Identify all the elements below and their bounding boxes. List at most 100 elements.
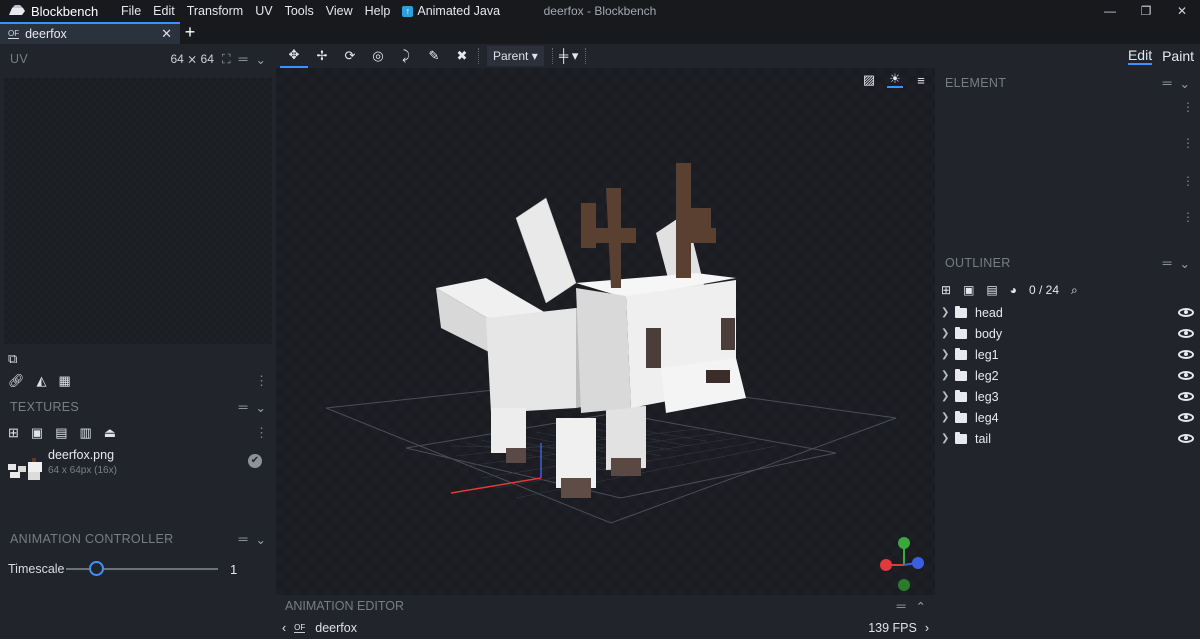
visibility-icon[interactable]	[1178, 371, 1194, 380]
transform-space-icon[interactable]: ╪ ▾	[555, 44, 583, 68]
textures-panel-header: TEXTURES ═ ⌄	[0, 392, 276, 422]
animation-name[interactable]: deerfox	[315, 621, 357, 635]
check-icon[interactable]: ✔	[248, 454, 262, 468]
animation-editor-title: ANIMATION EDITOR	[285, 599, 404, 613]
move-tool-icon[interactable]: ✥	[280, 44, 308, 68]
visibility-icon[interactable]	[1178, 434, 1194, 443]
vertex-snap-icon[interactable]: ✖	[448, 44, 476, 68]
close-window-icon[interactable]: ✕	[1164, 0, 1200, 22]
collapse-icon[interactable]: ⌄	[256, 52, 266, 67]
timescale-value: 1	[230, 561, 238, 577]
restore-icon[interactable]: ❐	[1128, 0, 1164, 22]
expand-icon[interactable]: ⌃	[916, 599, 926, 614]
tab-deerfox[interactable]: OF deerfox ✕	[0, 22, 180, 44]
add-group-icon[interactable]: ▣	[963, 283, 974, 297]
app-logo: Blockbench	[0, 4, 115, 19]
panel-menu-icon[interactable]: ═	[1163, 76, 1172, 90]
more-icon[interactable]: ⋮	[255, 373, 268, 389]
textures-panel-title: TEXTURES	[10, 400, 80, 414]
texture-thumbnail	[8, 458, 42, 480]
more-icon[interactable]: ⋮	[1182, 174, 1194, 188]
prev-animation-icon[interactable]: ‹	[282, 621, 286, 635]
visibility-icon[interactable]	[1178, 308, 1194, 317]
brush-icon[interactable]: ✎	[420, 44, 448, 68]
sort-icon[interactable]: ▤	[986, 283, 997, 297]
visibility-icon[interactable]	[1178, 413, 1194, 422]
more-icon[interactable]: ⋮	[255, 425, 268, 441]
menu-edit[interactable]: Edit	[147, 4, 181, 18]
folder-texture-icon[interactable]: ▥	[80, 425, 92, 441]
grid-icon[interactable]: ▦	[59, 373, 71, 389]
element-count: 0 / 24	[1029, 283, 1060, 297]
collapse-icon[interactable]: ⌄	[256, 532, 266, 547]
bend-icon[interactable]: ⤸	[392, 44, 420, 68]
new-tab-button[interactable]: +	[180, 22, 200, 44]
translate-icon[interactable]: ✢	[308, 44, 336, 68]
outliner-group-leg1[interactable]: ❯ leg1	[935, 344, 1200, 365]
chevron-right-icon[interactable]: ❯	[941, 307, 951, 318]
panel-menu-icon[interactable]: ═	[239, 52, 248, 66]
visibility-icon[interactable]	[1178, 350, 1194, 359]
menu-animated-java[interactable]: ↑ Animated Java	[396, 4, 506, 18]
palette-icon[interactable]: ◕	[1010, 283, 1017, 297]
more-icon[interactable]: ⋮	[1182, 210, 1194, 224]
more-icon[interactable]: ⋮	[1182, 100, 1194, 114]
visibility-icon[interactable]	[1178, 329, 1194, 338]
collapse-icon[interactable]: ⌄	[1180, 256, 1190, 271]
outliner-group-leg2[interactable]: ❯ leg2	[935, 365, 1200, 386]
search-icon[interactable]: ⌕	[1071, 283, 1078, 298]
outliner-group-leg3[interactable]: ❯ leg3	[935, 386, 1200, 407]
visibility-icon[interactable]	[1178, 392, 1194, 401]
pivot-icon[interactable]: ◎	[364, 44, 392, 68]
outliner-group-tail[interactable]: ❯ tail	[935, 428, 1200, 449]
outliner-group-body[interactable]: ❯ body	[935, 323, 1200, 344]
timescale-slider[interactable]	[66, 561, 218, 576]
copy-icon[interactable]: ⧉	[8, 351, 17, 367]
chevron-right-icon[interactable]: ❯	[941, 391, 951, 402]
chevron-right-icon[interactable]: ❯	[941, 349, 951, 360]
animation-editor-row: ‹ OF deerfox 139 FPS ›	[276, 617, 935, 639]
next-animation-icon[interactable]: ›	[925, 621, 929, 635]
menu-transform[interactable]: Transform	[181, 4, 250, 18]
minimize-icon[interactable]: —	[1092, 0, 1128, 22]
chevron-right-icon[interactable]: ❯	[941, 328, 951, 339]
mode-paint[interactable]: Paint	[1162, 48, 1194, 64]
panel-menu-icon[interactable]: ═	[1163, 256, 1172, 270]
project-icon: OF	[8, 28, 20, 39]
folder-icon	[955, 347, 967, 360]
close-tab-icon[interactable]: ✕	[161, 26, 172, 42]
add-cube-icon[interactable]: ⊞	[941, 283, 951, 297]
3d-viewport[interactable]: ▨ ☀ ≡	[276, 68, 935, 595]
create-texture-icon[interactable]: ▣	[31, 425, 43, 441]
timescale-slider-thumb[interactable]	[89, 561, 105, 576]
outliner-group-head[interactable]: ❯ head	[935, 302, 1200, 323]
link-icon[interactable]: 🔗︎	[8, 373, 25, 389]
menu-view[interactable]: View	[320, 4, 359, 18]
uv-editor-canvas[interactable]	[4, 78, 272, 344]
menu-help[interactable]: Help	[359, 4, 397, 18]
uv-size[interactable]: 64 ⨯ 64	[170, 52, 213, 66]
panel-menu-icon[interactable]: ═	[239, 400, 248, 414]
texture-item[interactable]: deerfox.png 64 x 64px (16x) ✔	[0, 444, 276, 514]
chevron-right-icon[interactable]: ❯	[941, 433, 951, 444]
chevron-right-icon[interactable]: ❯	[941, 370, 951, 381]
menu-tools[interactable]: Tools	[279, 4, 320, 18]
add-texture-icon[interactable]: ⊞	[8, 425, 19, 441]
mode-edit[interactable]: Edit	[1127, 47, 1153, 65]
collapse-icon[interactable]: ⌄	[256, 400, 266, 415]
menu-uv[interactable]: UV	[249, 4, 278, 18]
pivot-mode-select[interactable]: Parent ▾	[487, 46, 544, 66]
more-icon[interactable]: ⋮	[1182, 136, 1194, 150]
group-label: leg2	[975, 368, 999, 383]
menu-file[interactable]: File	[115, 4, 147, 18]
import-texture-icon[interactable]: ▤	[55, 425, 67, 441]
eject-icon[interactable]: ⏏	[104, 425, 116, 441]
mirror-icon[interactable]: ◭	[37, 373, 47, 389]
collapse-icon[interactable]: ⌄	[1180, 76, 1190, 91]
chevron-right-icon[interactable]: ❯	[941, 412, 951, 423]
fullscreen-icon[interactable]: ⛶	[222, 52, 231, 67]
panel-menu-icon[interactable]: ═	[239, 532, 248, 546]
rotate-icon[interactable]: ⟳	[336, 44, 364, 68]
outliner-group-leg4[interactable]: ❯ leg4	[935, 407, 1200, 428]
panel-menu-icon[interactable]: ═	[897, 599, 906, 614]
